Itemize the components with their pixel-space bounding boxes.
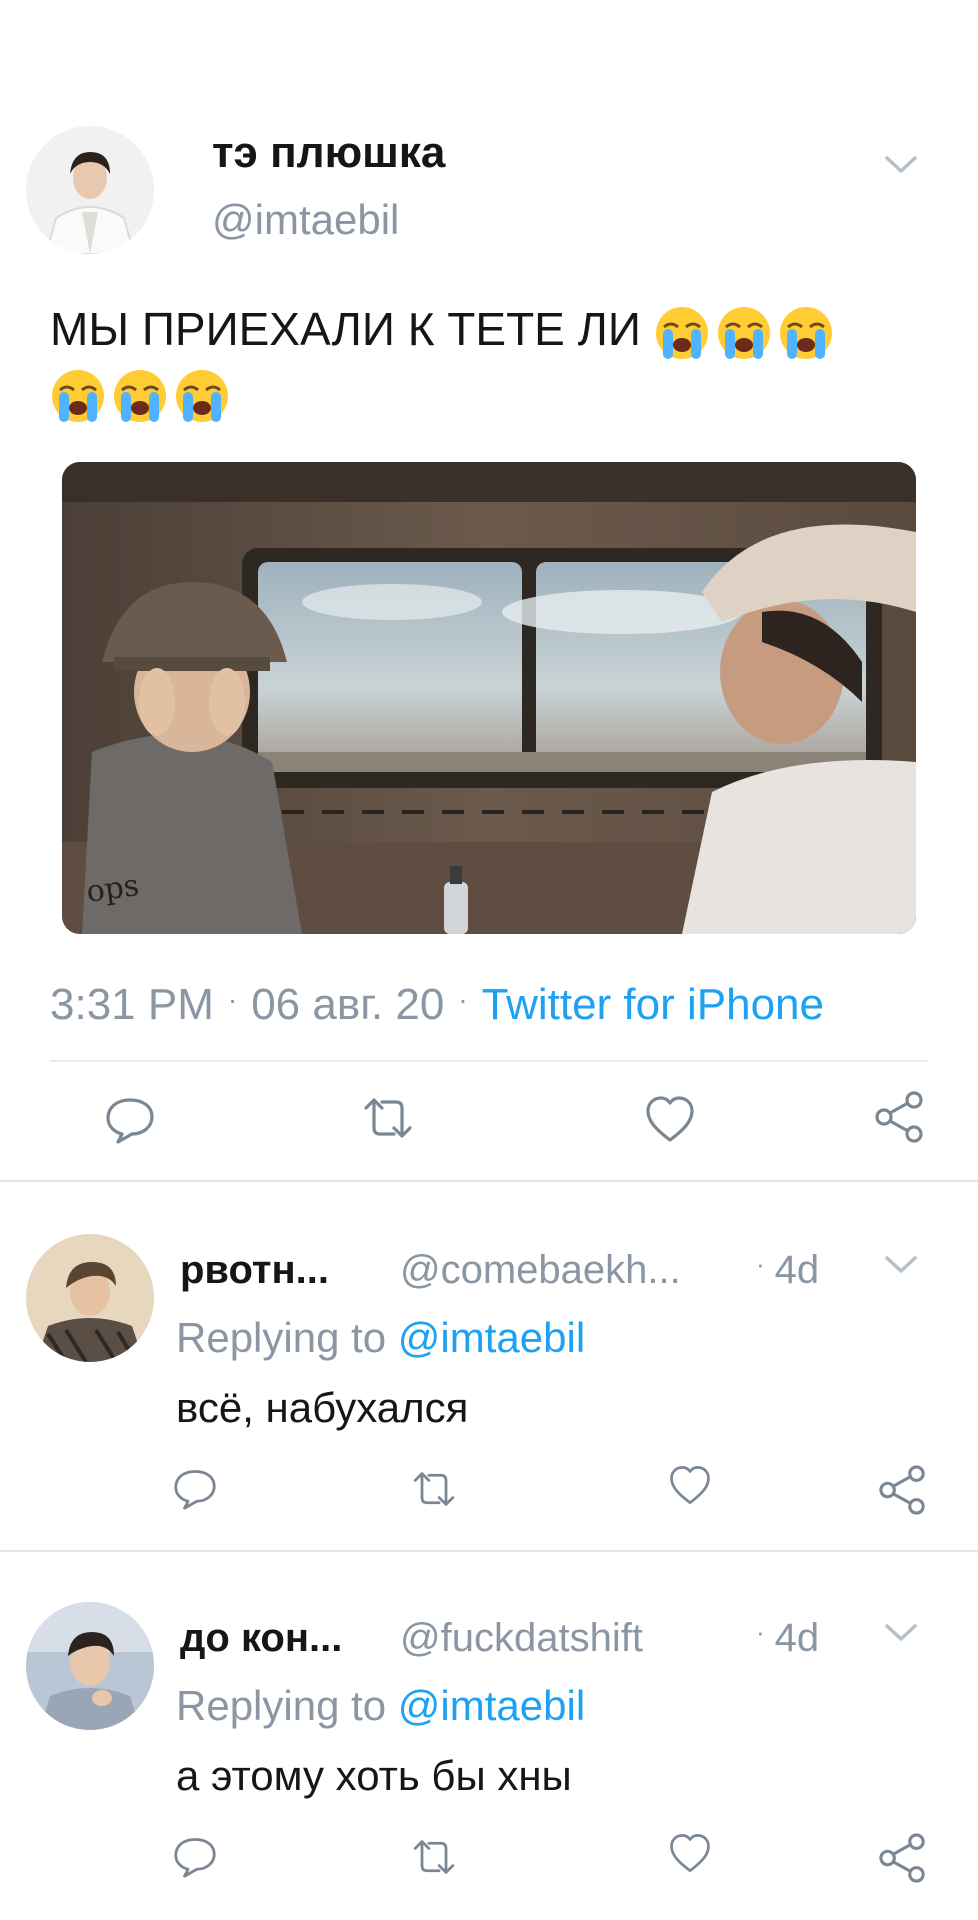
emoji-group	[654, 305, 834, 361]
reply-handle[interactable]: @comebaekh...	[400, 1248, 681, 1293]
retweet-icon[interactable]	[410, 1468, 458, 1510]
reply-timestamp: · 4d	[756, 1248, 819, 1293]
avatar-image	[26, 1602, 154, 1730]
separator-dot: ·	[227, 984, 238, 1015]
section-divider	[0, 1180, 978, 1182]
loudly-crying-face-icon	[174, 368, 230, 424]
avatar[interactable]	[26, 126, 154, 254]
emoji-group	[50, 368, 230, 424]
divider	[50, 1060, 928, 1062]
media-watermark: ops	[84, 868, 141, 910]
tweet-metadata: 3:31 PM · 06 авг. 20 · Twitter for iPhone	[50, 980, 824, 1030]
like-icon[interactable]	[668, 1832, 712, 1874]
avatar[interactable]	[26, 1602, 154, 1730]
tweet-text: МЫ ПРИЕХАЛИ К ТЕТЕ ЛИ	[50, 298, 930, 424]
loudly-crying-face-icon	[50, 368, 106, 424]
like-icon[interactable]	[668, 1464, 712, 1506]
chevron-down-icon[interactable]	[884, 154, 918, 176]
reply-handle[interactable]: @fuckdatshift	[400, 1616, 643, 1661]
reply-display-name[interactable]: рвотн...	[180, 1248, 329, 1293]
reply-time: 4d	[774, 1248, 820, 1292]
display-name[interactable]: тэ плюшка	[212, 128, 445, 178]
avatar[interactable]	[26, 1234, 154, 1362]
separator-dot: ·	[458, 984, 468, 1015]
reply-icon[interactable]	[172, 1468, 218, 1510]
replying-prefix: Replying to	[176, 1682, 387, 1729]
tweet-media-image[interactable]: ops	[62, 462, 916, 934]
reply-icon[interactable]	[104, 1096, 156, 1144]
reply-icon[interactable]	[172, 1836, 218, 1878]
photo-scene: ops	[62, 462, 916, 934]
share-icon[interactable]	[878, 1832, 928, 1884]
replying-to-line: Replying to @imtaebil	[176, 1314, 585, 1362]
tweet-date: 06 авг. 20	[251, 980, 445, 1029]
avatar-image	[26, 1234, 154, 1362]
reply-display-name[interactable]: до кон...	[180, 1616, 342, 1661]
loudly-crying-face-icon	[654, 305, 710, 361]
tweet-time: 3:31 PM	[50, 980, 214, 1029]
user-handle[interactable]: @imtaebil	[212, 196, 399, 244]
reply-timestamp: · 4d	[756, 1616, 819, 1661]
loudly-crying-face-icon	[112, 368, 168, 424]
loudly-crying-face-icon	[716, 305, 772, 361]
replying-prefix: Replying to	[176, 1314, 387, 1361]
avatar-image	[26, 126, 154, 254]
reply-time: 4d	[774, 1616, 820, 1660]
share-icon[interactable]	[878, 1464, 928, 1516]
tweet-text-content: МЫ ПРИЕХАЛИ К ТЕТЕ ЛИ	[50, 303, 641, 355]
separator-dot: ·	[756, 1617, 765, 1647]
like-icon[interactable]	[644, 1094, 696, 1144]
replying-to-line: Replying to @imtaebil	[176, 1682, 585, 1730]
reply-text: а этому хоть бы хны	[176, 1752, 572, 1799]
chevron-down-icon[interactable]	[884, 1254, 918, 1276]
section-divider	[0, 1550, 978, 1552]
retweet-icon[interactable]	[410, 1836, 458, 1878]
tweet-source-link[interactable]: Twitter for iPhone	[482, 980, 824, 1029]
mention-link[interactable]: @imtaebil	[398, 1314, 585, 1361]
reply-text: всё, набухался	[176, 1384, 469, 1431]
mention-link[interactable]: @imtaebil	[398, 1682, 585, 1729]
separator-dot: ·	[756, 1249, 765, 1279]
loudly-crying-face-icon	[778, 305, 834, 361]
retweet-icon[interactable]	[360, 1094, 416, 1142]
share-icon[interactable]	[874, 1090, 926, 1144]
chevron-down-icon[interactable]	[884, 1622, 918, 1644]
